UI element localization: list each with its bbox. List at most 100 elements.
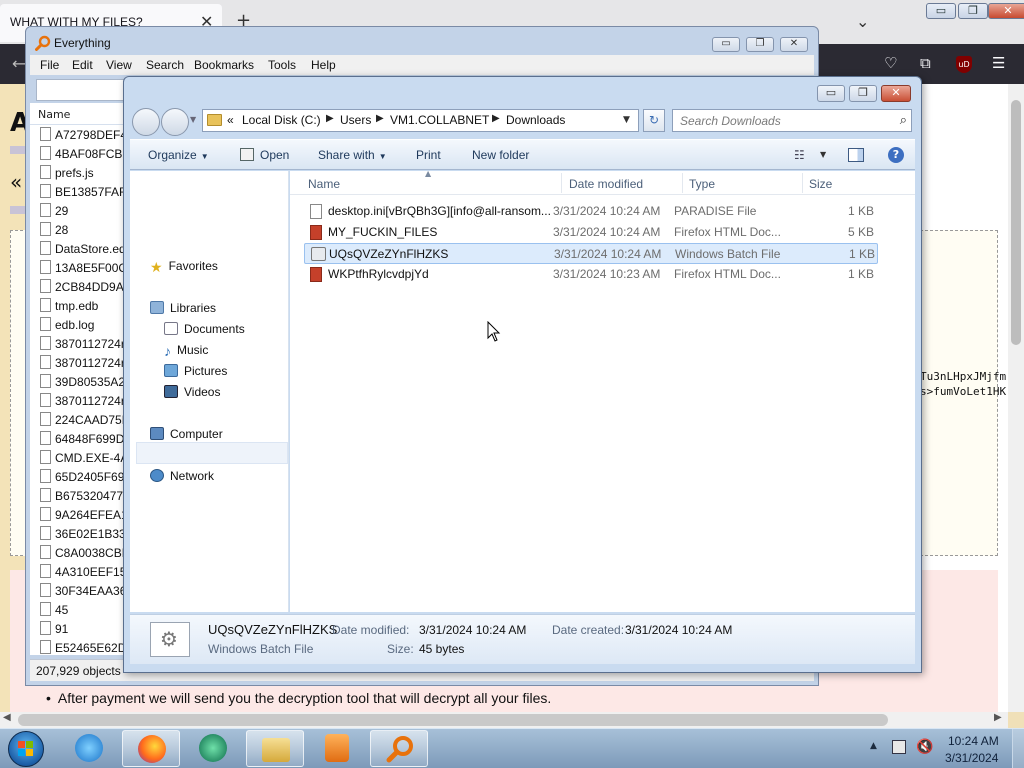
firefox-minimize-button[interactable]: ▭ [926, 3, 956, 19]
file-icon [40, 260, 51, 274]
file-name: DataStore.edb [55, 242, 133, 256]
menu-help[interactable]: Help [311, 58, 336, 72]
change-view-icon[interactable]: ☷ [794, 148, 805, 162]
column-header-size[interactable]: Size [809, 177, 832, 191]
breadcrumb-separator-icon[interactable]: ▶ [376, 113, 384, 124]
close-button[interactable]: ✕ [881, 85, 911, 102]
back-button[interactable] [132, 108, 160, 136]
show-hidden-icons[interactable]: ▲ [870, 741, 877, 751]
refresh-button[interactable]: ↻ [643, 109, 665, 132]
organize-button[interactable]: Organize ▼ [148, 148, 209, 162]
file-size: 1 KB [847, 204, 874, 218]
maximize-button[interactable]: ❐ [849, 85, 877, 102]
column-divider[interactable] [802, 173, 803, 193]
nav-pictures[interactable]: Pictures [164, 364, 227, 378]
details-modified-label: Date modified: [332, 623, 410, 637]
taskbar-windows-explorer[interactable] [246, 730, 304, 767]
help-icon[interactable]: ? [888, 147, 904, 163]
breadcrumb-users[interactable]: Users [340, 113, 371, 127]
scroll-right-icon[interactable]: ▶ [994, 712, 1002, 723]
nav-videos[interactable]: Videos [164, 385, 220, 399]
action-center-icon[interactable] [892, 740, 906, 754]
scroll-left-icon[interactable]: ◀ [3, 712, 11, 723]
nav-libraries[interactable]: Libraries [150, 301, 216, 315]
horizontal-scroll-thumb[interactable] [18, 714, 888, 726]
breadcrumb-overflow[interactable]: « [227, 113, 234, 127]
menu-search[interactable]: Search [146, 58, 184, 72]
breadcrumb-downloads[interactable]: Downloads [506, 113, 565, 127]
search-input[interactable]: Search Downloads ⌕ [672, 109, 912, 132]
everything-search-icon [386, 736, 413, 763]
menu-view[interactable]: View [106, 58, 132, 72]
clock-time[interactable]: 10:24 AM [948, 734, 999, 748]
breadcrumb-local-disk[interactable]: Local Disk (C:) [242, 113, 321, 127]
breadcrumb-user-folder[interactable]: VM1.COLLABNET [390, 113, 489, 127]
file-type: Firefox HTML Doc... [674, 225, 781, 239]
file-row[interactable]: WKPtfhRylcvdpjYd 3/31/2024 10:23 AM Firefo… [304, 264, 878, 285]
firefox-close-button[interactable]: ✕ [988, 3, 1024, 19]
taskbar-media-player[interactable] [308, 730, 366, 767]
recent-pages-icon[interactable]: ▼ [190, 115, 196, 124]
ublock-origin-icon[interactable]: uD [956, 56, 972, 73]
nav-computer[interactable]: Computer [150, 427, 223, 441]
nav-documents[interactable]: Documents [164, 322, 245, 336]
new-folder-button[interactable]: New folder [472, 148, 529, 162]
maximize-button[interactable]: ❐ [746, 37, 774, 52]
nav-favorites[interactable]: ★ Favorites [150, 259, 218, 276]
view-options-icon[interactable]: ▼ [820, 150, 826, 159]
computer-icon [150, 427, 164, 440]
magnifier-app-icon [35, 35, 51, 51]
menu-tools[interactable]: Tools [268, 58, 296, 72]
minimize-button[interactable]: ▭ [817, 85, 845, 102]
search-icon[interactable]: ⌕ [900, 113, 907, 128]
pocket-icon[interactable]: ♡ [884, 54, 897, 72]
nav-network[interactable]: Network [150, 469, 214, 483]
vertical-scroll-thumb[interactable] [1011, 100, 1021, 345]
search-input[interactable] [36, 79, 136, 101]
show-desktop-button[interactable] [1012, 729, 1024, 768]
open-button[interactable]: Open [260, 148, 289, 162]
breadcrumb-separator-icon[interactable]: ▶ [326, 113, 334, 124]
hamburger-menu-icon[interactable]: ☰ [992, 54, 1005, 72]
menu-bookmarks[interactable]: Bookmarks [194, 58, 254, 72]
column-header-name[interactable]: Name [308, 177, 340, 191]
file-name: 224CAAD75E [55, 413, 130, 427]
share-with-button[interactable]: Share with ▼ [318, 148, 387, 162]
tab-list-button[interactable]: ⌄ [856, 12, 869, 31]
minimize-button[interactable]: ▭ [712, 37, 740, 52]
taskbar-firefox[interactable] [122, 730, 180, 767]
volume-muted-icon[interactable]: 🔇 [916, 739, 933, 755]
nav-music[interactable]: ♪ Music [164, 343, 208, 359]
file-row[interactable]: UQsQVZeZYnFlHZKS 3/31/2024 10:24 AM Window… [304, 243, 878, 264]
extensions-icon[interactable]: ⧉ [920, 54, 931, 72]
menu-edit[interactable]: Edit [72, 58, 93, 72]
address-bar[interactable]: « Local Disk (C:) ▶ Users ▶ VM1.COLLABNE… [202, 109, 639, 132]
file-name: prefs.js [55, 166, 94, 180]
window-title: Everything [54, 36, 111, 50]
file-row[interactable]: desktop.ini[vBrQBh3G][info@all-ransom...… [304, 201, 878, 222]
file-list[interactable]: ▲ Name Date modified Type Size desktop.i… [290, 169, 915, 612]
nav-computer-highlight [136, 442, 288, 464]
file-icon [40, 336, 51, 350]
menu-file[interactable]: File [40, 58, 59, 72]
forward-button[interactable] [161, 108, 189, 136]
explorer-window: ▭ ❐ ✕ ▼ « Local Disk (C:) ▶ Users ▶ VM1.… [123, 76, 922, 673]
taskbar-internet-explorer[interactable] [60, 730, 118, 767]
column-divider[interactable] [682, 173, 683, 193]
column-header-date-modified[interactable]: Date modified [569, 177, 643, 191]
column-header-type[interactable]: Type [689, 177, 715, 191]
close-button[interactable]: ✕ [780, 37, 808, 52]
file-icon [40, 431, 51, 445]
clock-date[interactable]: 3/31/2024 [945, 751, 998, 765]
column-divider[interactable] [561, 173, 562, 193]
taskbar-media-center[interactable] [184, 730, 242, 767]
print-button[interactable]: Print [416, 148, 441, 162]
start-button[interactable] [8, 731, 44, 767]
file-name: desktop.ini[vBrQBh3G][info@all-ransom... [328, 204, 551, 218]
address-history-icon[interactable]: ▼ [623, 115, 630, 125]
firefox-restore-button[interactable]: ❐ [958, 3, 988, 19]
breadcrumb-separator-icon[interactable]: ▶ [492, 113, 500, 124]
preview-pane-icon[interactable] [848, 148, 864, 162]
taskbar-everything[interactable] [370, 730, 428, 767]
file-row[interactable]: MY_FUCKIN_FILES 3/31/2024 10:24 AM Firefox… [304, 222, 878, 243]
